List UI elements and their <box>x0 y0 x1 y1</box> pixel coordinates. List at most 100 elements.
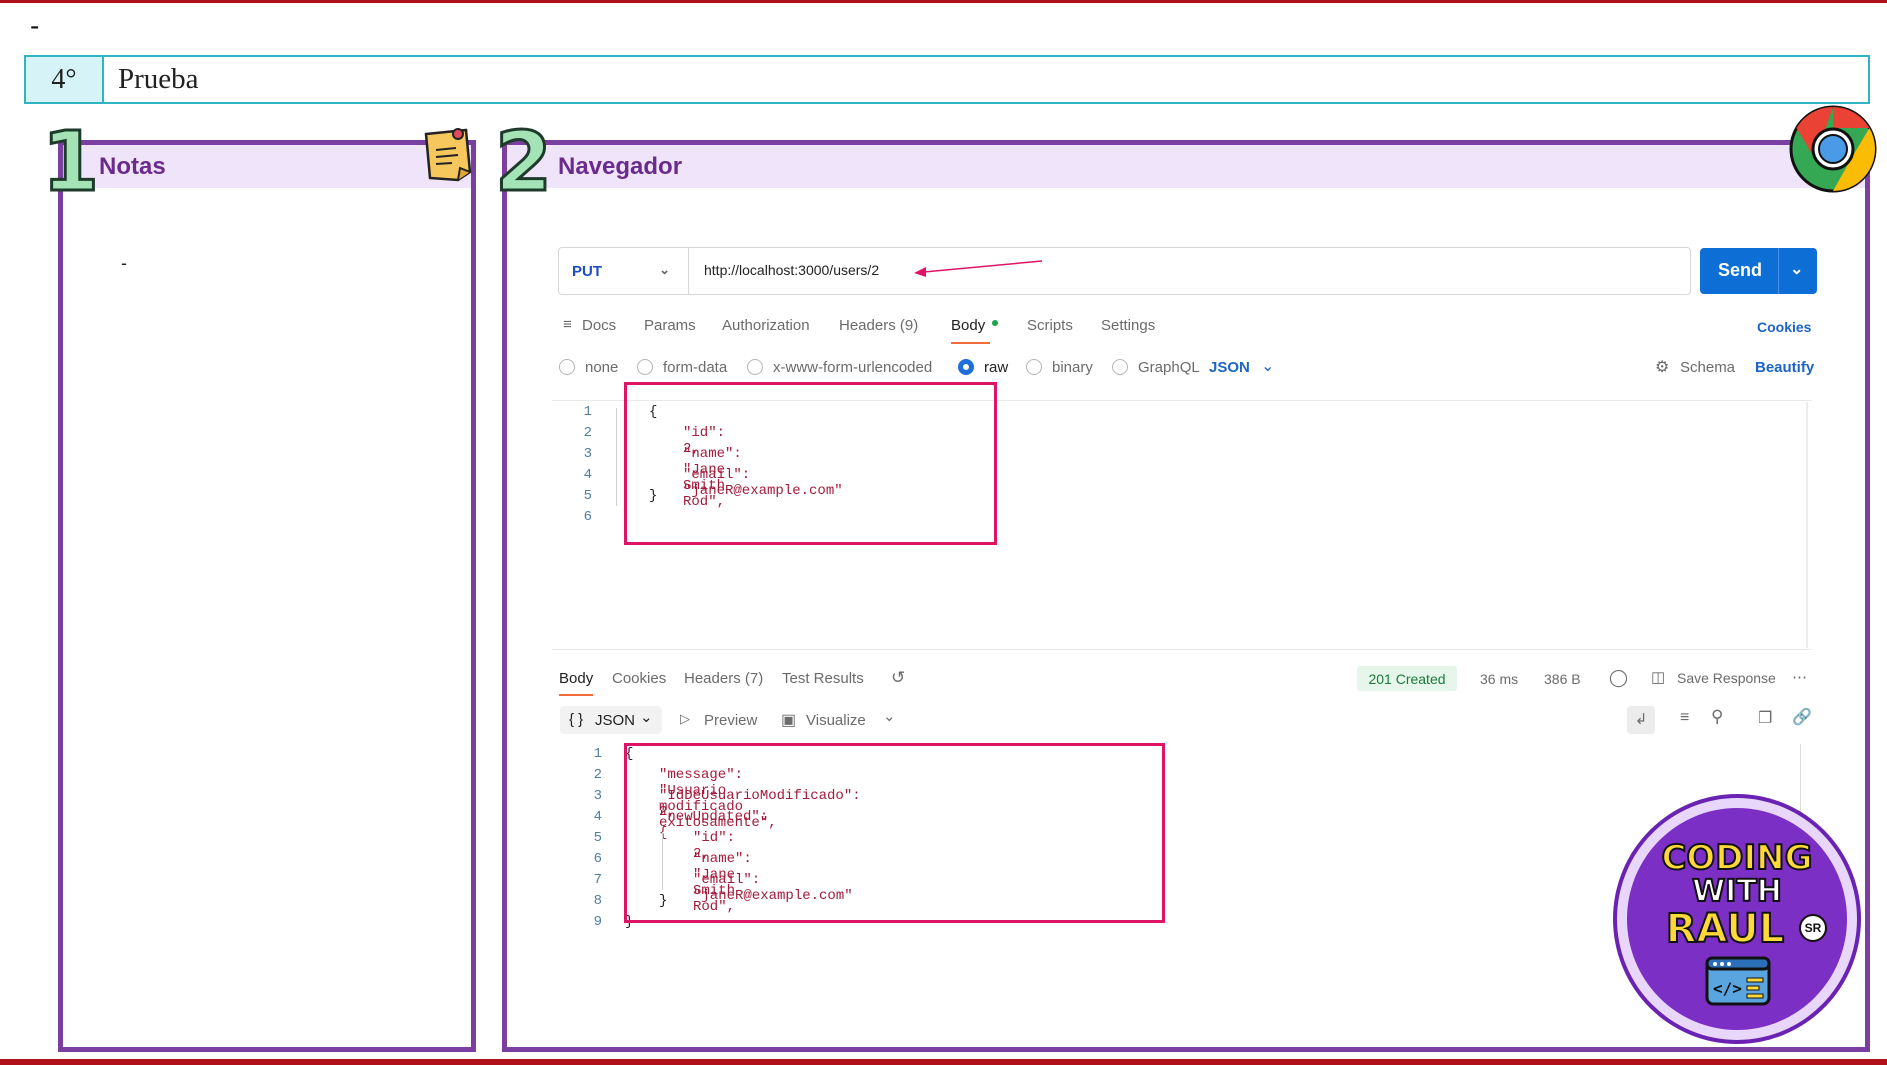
editor-scrollbar[interactable] <box>1806 402 1808 648</box>
globe-icon[interactable]: ◯ <box>1609 668 1628 688</box>
browser-panel-title: Navegador <box>558 153 683 180</box>
radio-none-label: none <box>585 359 619 376</box>
notes-panel-number: 1 <box>40 115 100 210</box>
resp-format-label: JSON <box>595 712 636 729</box>
radio-urlencoded-label: x-www-form-urlencoded <box>773 359 933 376</box>
image-icon: ▣ <box>781 712 797 729</box>
notes-panel: Notas - <box>58 140 476 1052</box>
bottom-border <box>0 1059 1887 1065</box>
radio-urlencoded[interactable] <box>747 359 763 375</box>
response-time: 36 ms <box>1480 671 1519 687</box>
line-number: 4 <box>593 809 602 825</box>
line-number: 4 <box>583 467 592 483</box>
link-icon[interactable]: 🔗 <box>1792 707 1812 727</box>
radio-form-data-label: form-data <box>663 359 728 376</box>
chevron-down-icon: ⌄ <box>659 262 670 277</box>
line-number: 7 <box>593 872 602 888</box>
format-select[interactable]: JSON <box>1209 359 1250 376</box>
braces-icon: { } <box>569 711 584 728</box>
annotation-arrow <box>912 258 1048 283</box>
more-options-icon[interactable]: ⋯ <box>1792 668 1807 686</box>
docs-icon: ≡ <box>563 316 572 333</box>
url-input[interactable]: http://localhost:3000/users/2 <box>704 262 879 278</box>
save-response-icon: ◫ <box>1651 669 1666 686</box>
resp-tab-body[interactable]: Body <box>559 670 593 687</box>
svg-text:</>: </> <box>1713 979 1742 998</box>
resp-format-select[interactable]: { } JSON ⌄ <box>560 706 662 734</box>
preview-button[interactable]: Preview <box>704 712 757 729</box>
code-window-icon: </> <box>1705 956 1771 1011</box>
request-highlight-box <box>624 382 997 545</box>
beautify-button[interactable]: Beautify <box>1755 359 1814 376</box>
play-icon: ▷ <box>680 711 690 726</box>
response-highlight-box <box>624 743 1165 923</box>
tab-body[interactable]: Body <box>951 317 985 334</box>
radio-binary-label: binary <box>1052 359 1093 376</box>
schema-icon: ⚙ <box>1655 359 1670 376</box>
slide-title: Prueba <box>118 63 199 95</box>
resp-tab-test-results[interactable]: Test Results <box>782 670 864 687</box>
filter-icon[interactable]: ≡ <box>1680 709 1689 727</box>
visualize-button[interactable]: Visualize <box>806 712 866 729</box>
line-number: 1 <box>593 746 602 762</box>
send-button[interactable]: Send ⌄ <box>1700 248 1817 294</box>
line-number: 6 <box>583 509 592 525</box>
slide-title-bar: 4° Prueba <box>24 55 1870 104</box>
search-icon[interactable]: ⚲ <box>1711 707 1723 727</box>
chrome-icon <box>1788 104 1878 199</box>
wrap-lines-icon[interactable]: ↲ <box>1627 706 1655 734</box>
radio-graphql-label: GraphQL <box>1138 359 1200 376</box>
line-number: 8 <box>593 893 602 909</box>
notes-panel-title: Notas <box>99 153 166 180</box>
line-number: 1 <box>583 404 592 420</box>
send-split-divider <box>1778 248 1779 294</box>
notes-content: - <box>121 253 127 273</box>
line-number: 9 <box>593 914 602 930</box>
tab-headers[interactable]: Headers (9) <box>839 317 918 334</box>
save-response-button[interactable]: Save Response <box>1677 670 1776 686</box>
coding-with-raul-logo: CODING WITH RAUL SR </> <box>1617 798 1857 1040</box>
request-url-bar: PUT ⌄ http://localhost:3000/users/2 <box>558 247 1691 295</box>
history-icon[interactable]: ↺ <box>891 668 905 688</box>
tab-docs[interactable]: Docs <box>582 317 616 334</box>
radio-none[interactable] <box>559 359 575 375</box>
sticky-note-icon <box>422 126 474 189</box>
body-modified-dot <box>992 320 998 326</box>
tab-settings[interactable]: Settings <box>1101 317 1155 334</box>
tab-authorization[interactable]: Authorization <box>722 317 810 334</box>
line-number: 5 <box>593 830 602 846</box>
tab-params[interactable]: Params <box>644 317 696 334</box>
radio-raw-label: raw <box>984 359 1009 376</box>
send-label: Send <box>1718 260 1763 280</box>
cookies-link[interactable]: Cookies <box>1757 319 1811 335</box>
send-options-chevron-icon[interactable]: ⌄ <box>1790 259 1803 279</box>
resp-tab-cookies[interactable]: Cookies <box>612 670 666 687</box>
slide-number: 4° <box>26 57 104 102</box>
top-dash: - <box>30 10 40 41</box>
logo-line-1: CODING <box>1660 837 1813 879</box>
resp-tab-headers[interactable]: Headers (7) <box>684 670 763 687</box>
radio-form-data[interactable] <box>637 359 653 375</box>
browser-panel-header <box>507 145 1865 188</box>
line-number: 3 <box>593 788 602 804</box>
line-number: 6 <box>593 851 602 867</box>
visualize-chevron-down-icon[interactable]: ⌄ <box>883 707 896 725</box>
tab-scripts[interactable]: Scripts <box>1027 317 1073 334</box>
copy-icon[interactable]: ❐ <box>1758 708 1772 728</box>
resp-active-tab-underline <box>559 694 593 696</box>
browser-panel-number: 2 <box>493 115 553 210</box>
schema-button[interactable]: Schema <box>1680 359 1735 376</box>
indent-guide <box>616 408 617 506</box>
logo-badge: SR <box>1799 914 1827 942</box>
radio-graphql[interactable] <box>1112 359 1128 375</box>
line-number: 2 <box>583 425 592 441</box>
top-border <box>0 0 1887 3</box>
response-size: 386 B <box>1544 671 1581 687</box>
active-tab-underline <box>951 342 990 344</box>
method-select[interactable]: PUT ⌄ <box>559 248 689 294</box>
method-label: PUT <box>572 262 602 280</box>
radio-raw[interactable] <box>958 359 974 375</box>
line-number: 5 <box>583 488 592 504</box>
radio-binary[interactable] <box>1026 359 1042 375</box>
format-chevron-down-icon[interactable]: ⌄ <box>1261 356 1274 376</box>
